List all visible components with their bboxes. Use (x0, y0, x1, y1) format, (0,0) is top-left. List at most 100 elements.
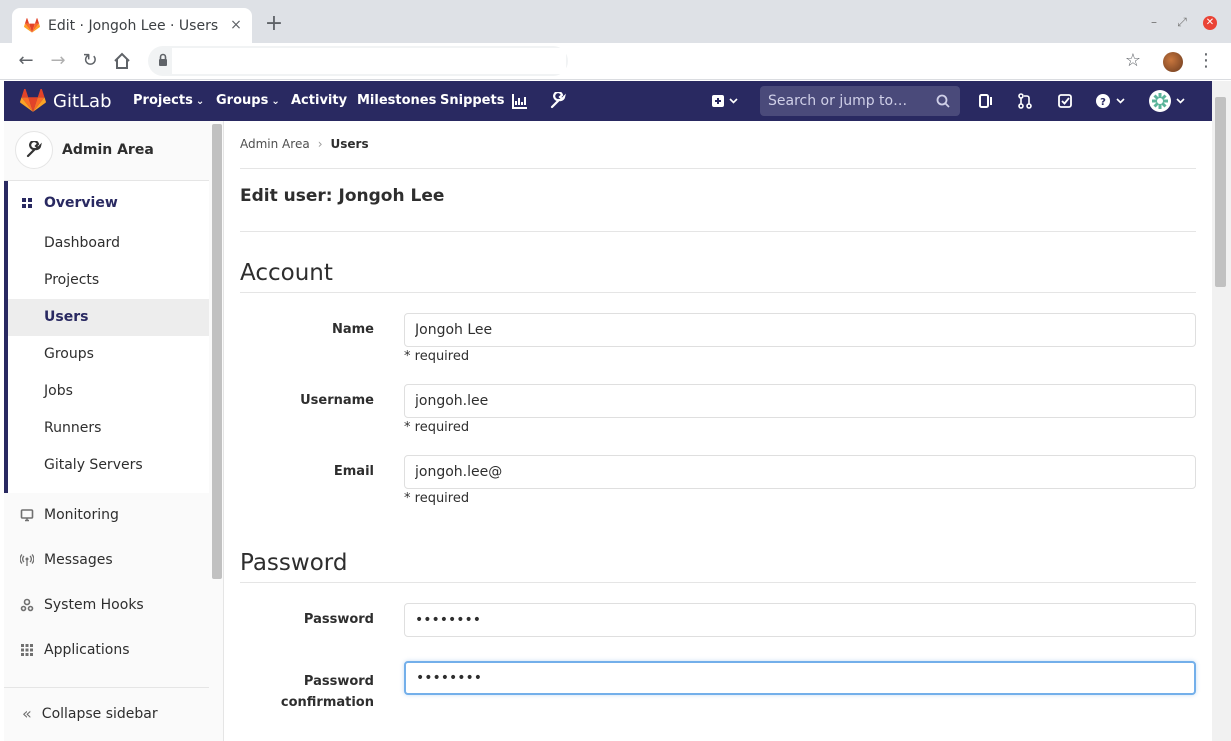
collapse-sidebar-label: Collapse sidebar (41, 705, 158, 722)
name-input[interactable] (404, 313, 1196, 347)
password-confirmation-label-line1: Password (303, 674, 374, 689)
browser-tab-title: Edit · Jongoh Lee · Users (48, 17, 218, 34)
nav-projects-label: Projects (133, 93, 193, 108)
gitlab-brand[interactable]: GitLab (53, 91, 112, 112)
sidebar-header[interactable]: Admin Area (4, 121, 209, 181)
sidebar-item-groups[interactable]: Groups (8, 336, 209, 373)
lock-icon (159, 53, 167, 66)
email-label: Email (333, 464, 374, 479)
sidebar-item-runners[interactable]: Runners (8, 410, 209, 447)
sidebar-item-jobs[interactable]: Jobs (8, 373, 209, 410)
chevron-down-icon: ⌄ (195, 96, 205, 107)
breadcrumb: Admin Area › Users (240, 137, 369, 151)
monitor-icon (20, 508, 34, 521)
sidebar-system-hooks-label: System Hooks (44, 596, 144, 613)
name-required-hint: * required (404, 349, 470, 364)
page-title: Edit user: Jongoh Lee (240, 186, 445, 206)
browser-tabstrip: Edit · Jongoh Lee · Users × + – ⤢ ✕ (0, 0, 1231, 43)
page-scrollbar-thumb[interactable] (1215, 97, 1226, 287)
address-bar[interactable] (148, 46, 568, 76)
browser-profile-avatar[interactable] (1163, 52, 1183, 72)
admin-sidebar: Admin Area Overview Dashboard Projects U… (4, 121, 224, 741)
nav-activity[interactable]: Activity (291, 93, 347, 108)
merge-request-icon[interactable] (1016, 92, 1034, 110)
breadcrumb-users[interactable]: Users (331, 137, 369, 151)
sidebar-overview-label: Overview (44, 195, 118, 211)
search-icon (936, 94, 950, 108)
admin-area-avatar (15, 131, 53, 169)
breadcrumb-separator: › (317, 137, 323, 151)
sidebar-panel-icon[interactable] (977, 92, 995, 110)
username-label: Username (300, 393, 374, 408)
window-close-icon[interactable]: ✕ (1203, 16, 1217, 30)
divider (240, 231, 1196, 232)
browser-toolbar: ← → ↻ ☆ ⋮ (0, 43, 1231, 80)
double-chevron-left-icon: « (22, 704, 32, 723)
sidebar-item-dashboard[interactable]: Dashboard (8, 225, 209, 262)
search-input[interactable] (768, 91, 933, 111)
new-tab-button[interactable]: + (264, 13, 284, 35)
password-confirmation-input[interactable] (404, 661, 1196, 695)
new-item-plus-icon[interactable] (711, 92, 741, 110)
chart-icon[interactable] (511, 92, 529, 110)
nav-groups-label: Groups (216, 93, 269, 108)
sidebar-overview-section: Overview Dashboard Projects Users Groups… (4, 181, 209, 493)
sidebar-item-gitaly-servers[interactable]: Gitaly Servers (8, 447, 209, 484)
email-required-hint: * required (404, 491, 470, 506)
divider (240, 168, 1196, 169)
back-icon[interactable]: ← (16, 51, 36, 71)
browser-tab[interactable]: Edit · Jongoh Lee · Users × (12, 8, 252, 43)
account-rule (240, 292, 1196, 293)
password-heading: Password (240, 550, 348, 576)
password-input[interactable] (404, 603, 1196, 637)
nav-projects[interactable]: Projects ⌄ (133, 93, 204, 108)
sidebar-messages-label: Messages (44, 551, 113, 568)
forward-icon[interactable]: → (48, 51, 68, 71)
reload-icon[interactable]: ↻ (80, 51, 100, 71)
wrench-icon (26, 141, 42, 158)
account-heading: Account (240, 260, 333, 286)
overview-grid-icon (22, 198, 32, 208)
nav-milestones[interactable]: Milestones (357, 93, 436, 108)
sidebar-item-messages[interactable]: Messages (4, 537, 209, 582)
nav-snippets[interactable]: Snippets (440, 93, 504, 108)
email-input[interactable] (404, 455, 1196, 489)
todo-check-icon[interactable] (1056, 92, 1074, 110)
gitlab-logo-icon[interactable] (20, 89, 46, 113)
global-search[interactable] (760, 86, 960, 116)
chevron-down-icon: ⌄ (271, 96, 280, 107)
gitlab-header: GitLab Projects ⌄ Groups ⌄ Activity Milest… (4, 81, 1212, 121)
maximize-icon[interactable]: ⤢ (1174, 14, 1190, 30)
sidebar-item-system-hooks[interactable]: System Hooks (4, 582, 209, 627)
bookmark-star-icon[interactable]: ☆ (1123, 51, 1143, 71)
main-content: Admin Area › Users Edit user: Jongoh Lee… (224, 121, 1212, 741)
password-label: Password (303, 612, 374, 627)
password-rule (240, 582, 1196, 583)
user-avatar-icon[interactable] (1147, 88, 1189, 114)
sidebar-item-users[interactable]: Users (8, 299, 209, 336)
sidebar-item-projects[interactable]: Projects (8, 262, 209, 299)
collapse-sidebar-button[interactable]: « Collapse sidebar (4, 687, 209, 739)
home-icon[interactable] (113, 52, 131, 70)
url-input[interactable] (172, 48, 566, 74)
broadcast-icon (20, 553, 34, 566)
wrench-icon[interactable] (549, 92, 567, 110)
tab-close-icon[interactable]: × (228, 17, 244, 33)
gitlab-favicon-icon (24, 17, 40, 33)
username-input[interactable] (404, 384, 1196, 418)
minimize-icon[interactable]: – (1146, 14, 1162, 30)
password-confirmation-label: Password confirmation (224, 671, 374, 713)
sidebar-item-monitoring[interactable]: Monitoring (4, 492, 209, 537)
sidebar-item-applications[interactable]: Applications (4, 627, 209, 672)
help-icon[interactable]: ? (1095, 92, 1127, 110)
username-required-hint: * required (404, 420, 470, 435)
sidebar-item-overview[interactable]: Overview (20, 195, 118, 211)
sidebar-scrollbar[interactable] (212, 124, 222, 579)
hook-icon (20, 598, 34, 611)
nav-groups[interactable]: Groups ⌄ (216, 93, 280, 108)
breadcrumb-admin-area[interactable]: Admin Area (240, 137, 310, 151)
browser-menu-icon[interactable]: ⋮ (1196, 51, 1216, 71)
name-label: Name (331, 322, 374, 337)
sidebar-monitoring-label: Monitoring (44, 506, 119, 523)
password-confirmation-label-line2: confirmation (280, 695, 374, 710)
